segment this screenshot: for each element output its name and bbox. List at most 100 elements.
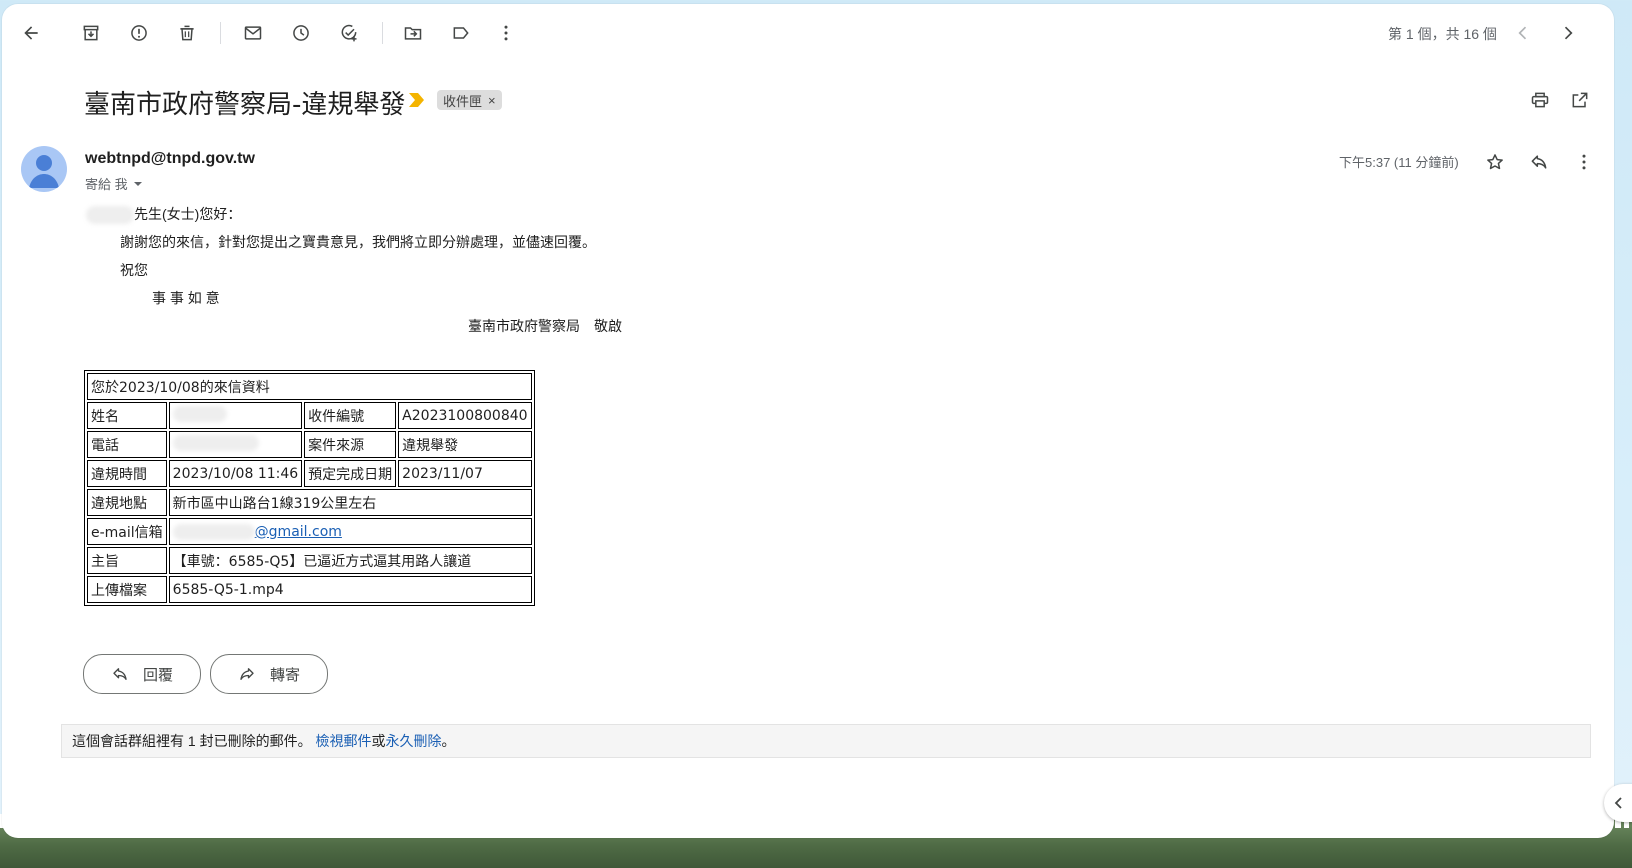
forward-label: 轉寄 — [269, 666, 300, 684]
toolbar-divider — [382, 22, 383, 44]
body-line-1: 謝謝您的來信，針對您提出之寶貴意見，我們將立即分辦處理，並儘速回覆。 — [120, 234, 596, 250]
labels-button[interactable] — [443, 15, 479, 51]
report-spam-icon — [131, 25, 147, 41]
email-value: @gmail.com — [168, 518, 532, 545]
phone-label: 電話 — [87, 431, 167, 458]
email-link[interactable]: @gmail.com — [255, 524, 342, 540]
email-subject: 臺南市政府警察局-違規舉發 — [84, 90, 406, 120]
sender-email[interactable]: webtnpd@tnpd.gov.tw — [85, 150, 255, 168]
reply-icon — [113, 668, 127, 680]
redacted-name-value — [172, 405, 227, 422]
forward-button[interactable]: 轉寄 — [210, 654, 328, 694]
phone-value — [168, 431, 303, 458]
greeting-line: 先生(女士)您好： — [86, 204, 242, 225]
report-spam-button[interactable] — [121, 15, 157, 51]
due-value: 2023/11/07 — [398, 460, 532, 487]
delete-forever-link[interactable]: 永久刪除 — [385, 731, 441, 751]
recipient-details[interactable]: 寄給 我 — [85, 174, 144, 193]
print-button[interactable] — [1526, 86, 1554, 114]
add-task-button[interactable] — [331, 15, 367, 51]
mail-icon — [244, 26, 262, 40]
archive-button[interactable] — [73, 15, 109, 51]
subject-label: 主旨 — [87, 547, 167, 574]
back-icon — [24, 26, 38, 40]
body-line-2: 祝您 — [120, 262, 148, 278]
message-more-button[interactable] — [1567, 145, 1601, 179]
table-header-cell: 您於2023/10/08的來信資料 — [87, 373, 532, 400]
table-row: 違規地點 新市區中山路台1線319公里左右 — [87, 489, 532, 516]
deleted-notice-or: 或 — [371, 733, 386, 749]
table-row: 上傳檔案 6585-Q5-1.mp4 — [87, 576, 532, 603]
move-to-button[interactable] — [395, 15, 431, 51]
label-chip-text: 收件匣 — [443, 93, 483, 109]
time-label: 違規時間 — [87, 460, 167, 487]
open-new-window-button[interactable] — [1566, 86, 1594, 114]
redacted-email — [172, 523, 255, 540]
open-in-new-icon — [1572, 92, 1588, 108]
chevron-left-icon — [1614, 797, 1622, 809]
view-message-link[interactable]: 檢視郵件 — [315, 731, 371, 751]
table-row: e-mail信箱 @gmail.com — [87, 518, 532, 545]
star-icon — [1487, 154, 1503, 170]
archive-icon — [83, 25, 99, 41]
reply-label: 回覆 — [142, 666, 173, 684]
move-to-folder-icon — [404, 27, 422, 40]
importance-marker-icon[interactable] — [407, 91, 427, 109]
toolbar: 第 1 個，共 16 個 — [2, 4, 1614, 60]
star-button[interactable] — [1478, 145, 1512, 179]
inquiry-info-table: 您於2023/10/08的來信資料 姓名 收件編號 A2023100800840… — [84, 370, 535, 606]
file-label: 上傳檔案 — [87, 576, 167, 603]
more-vert-icon — [504, 25, 508, 41]
table-row: 主旨 【車號：6585-Q5】已逼近方式逼其用路人讓道 — [87, 547, 532, 574]
deleted-notice-end: 。 — [441, 733, 456, 749]
body-line-3: 事 事 如 意 — [152, 290, 220, 306]
redacted-name — [86, 206, 134, 225]
clock-icon — [293, 25, 309, 41]
label-chip-inbox: 收件匣 × — [437, 90, 502, 110]
reply-icon — [1531, 155, 1547, 169]
newer-button[interactable] — [1505, 15, 1541, 51]
back-button[interactable] — [13, 15, 49, 51]
location-value: 新市區中山路台1線319公里左右 — [168, 489, 532, 516]
mark-unread-button[interactable] — [235, 15, 271, 51]
more-button[interactable] — [488, 15, 524, 51]
deleted-notice-text: 這個會話群組裡有 1 封已刪除的郵件。 — [72, 733, 312, 749]
signature-line: 臺南市政府警察局 敬啟 — [468, 318, 622, 334]
table-row: 電話 案件來源 違規舉發 — [87, 431, 532, 458]
due-label: 預定完成日期 — [304, 460, 397, 487]
email-view: 第 1 個，共 16 個 臺南市政府警察局-違規舉發 收件匣 × webtnpd… — [2, 4, 1614, 838]
caret-down-icon — [133, 181, 142, 186]
more-vert-icon — [1582, 154, 1586, 170]
label-icon — [453, 27, 469, 39]
case-no-value: A2023100800840 — [398, 402, 532, 429]
snooze-button[interactable] — [283, 15, 319, 51]
location-label: 違規地點 — [87, 489, 167, 516]
chevron-right-icon — [1564, 26, 1573, 40]
deleted-messages-notice: 這個會話群組裡有 1 封已刪除的郵件。 檢視郵件或永久刪除。 — [61, 724, 1591, 758]
remove-label-button[interactable]: × — [488, 93, 496, 108]
toolbar-divider — [220, 22, 221, 44]
subject-row: 臺南市政府警察局-違規舉發 收件匣 × — [2, 78, 1614, 122]
redacted-phone — [172, 434, 259, 451]
subject-value: 【車號：6585-Q5】已逼近方式逼其用路人讓道 — [168, 547, 532, 574]
reply-icon-button[interactable] — [1522, 145, 1556, 179]
forward-icon — [240, 668, 254, 680]
avatar[interactable] — [21, 146, 67, 192]
source-label: 案件來源 — [304, 431, 397, 458]
email-label: e-mail信箱 — [87, 518, 167, 545]
time-value: 2023/10/08 11:46 — [168, 460, 303, 487]
recipient-text: 寄給 我 — [85, 177, 128, 192]
table-row: 您於2023/10/08的來信資料 — [87, 373, 532, 400]
greeting-text: 先生(女士)您好： — [134, 206, 242, 222]
older-button[interactable] — [1550, 15, 1586, 51]
file-value: 6585-Q5-1.mp4 — [168, 576, 532, 603]
source-value: 違規舉發 — [398, 431, 532, 458]
delete-button[interactable] — [169, 15, 205, 51]
name-value — [168, 402, 303, 429]
pager-count: 第 1 個，共 16 個 — [1388, 26, 1497, 42]
trash-icon — [180, 25, 194, 41]
table-row: 違規時間 2023/10/08 11:46 預定完成日期 2023/11/07 — [87, 460, 532, 487]
add-task-icon — [341, 24, 357, 42]
print-icon — [1531, 92, 1549, 108]
reply-button[interactable]: 回覆 — [83, 654, 201, 694]
